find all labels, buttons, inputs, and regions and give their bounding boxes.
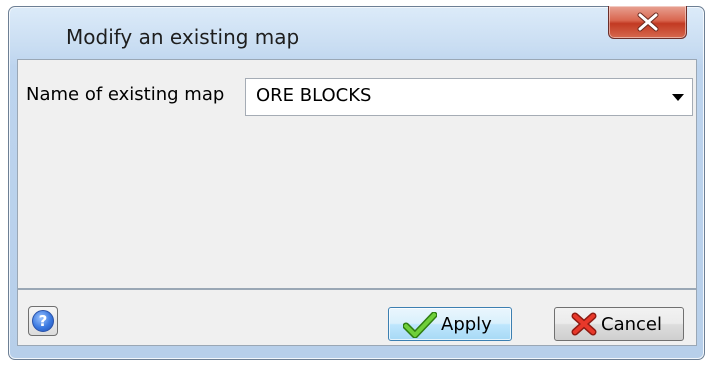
cancel-label: Cancel bbox=[601, 314, 662, 335]
apply-label: Apply bbox=[441, 314, 492, 335]
close-button[interactable] bbox=[608, 6, 687, 39]
help-button[interactable]: ? bbox=[28, 306, 58, 336]
map-name-dropdown[interactable]: ORE BLOCKS bbox=[245, 78, 693, 116]
form-panel: Name of existing map ORE BLOCKS bbox=[17, 59, 697, 289]
map-name-label: Name of existing map bbox=[26, 84, 225, 105]
button-bar: ? Apply Cancel bbox=[17, 290, 697, 346]
cancel-button[interactable]: Cancel bbox=[554, 307, 684, 341]
chevron-down-icon[interactable] bbox=[672, 94, 684, 101]
checkmark-icon bbox=[403, 312, 437, 338]
help-question-icon: ? bbox=[32, 310, 54, 332]
red-x-icon bbox=[571, 312, 597, 336]
title-bar[interactable]: Modify an existing map bbox=[9, 6, 704, 63]
dialog-title: Modify an existing map bbox=[66, 25, 300, 49]
apply-button[interactable]: Apply bbox=[388, 307, 512, 341]
map-name-value: ORE BLOCKS bbox=[256, 85, 372, 106]
close-icon bbox=[637, 12, 659, 32]
